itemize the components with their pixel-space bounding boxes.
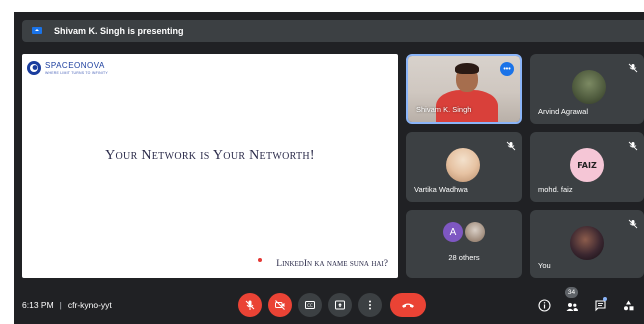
new-message-dot bbox=[603, 297, 607, 301]
mic-off-icon bbox=[628, 138, 638, 151]
tile-you[interactable]: You bbox=[530, 210, 644, 278]
laser-pointer-dot bbox=[258, 258, 262, 262]
avatar bbox=[572, 70, 606, 104]
present-screen-icon bbox=[30, 24, 44, 38]
hang-up-icon bbox=[402, 303, 414, 308]
captions-button[interactable]: CC bbox=[298, 293, 322, 317]
tile-name: Vartika Wadhwa bbox=[414, 185, 468, 194]
avatar: FAIZ bbox=[570, 148, 604, 182]
meeting-code: cfr-kyno-yyt bbox=[67, 300, 112, 310]
presentation-stage[interactable]: SPACEONOVA WHERE LIMIT TURNS TO INFINITY… bbox=[22, 54, 398, 278]
tile-name: Shivam K. Singh bbox=[416, 105, 472, 114]
tile-presenter[interactable]: ••• Shivam K. Singh bbox=[406, 54, 522, 124]
svg-text:CC: CC bbox=[307, 303, 313, 308]
meeting-info: 6:13 PM | cfr-kyno-yyt bbox=[22, 300, 112, 310]
spaceonova-logo-mark bbox=[27, 61, 41, 75]
more-options-icon[interactable]: ••• bbox=[500, 62, 514, 76]
info-icon bbox=[537, 298, 551, 312]
mic-toggle-button[interactable] bbox=[238, 293, 262, 317]
brand-name: SPACEONOVA bbox=[45, 61, 105, 70]
tile-name: mohd. faiz bbox=[538, 185, 573, 194]
slide-footline: LinkedIn ka name suna hai? bbox=[276, 259, 388, 269]
present-now-button[interactable] bbox=[328, 293, 352, 317]
screenshot-frame: Shivam K. Singh is presenting SPACEONOVA… bbox=[0, 0, 644, 324]
presenter-hair bbox=[455, 63, 479, 74]
tile-faiz[interactable]: FAIZ mohd. faiz bbox=[530, 132, 644, 202]
mic-off-icon bbox=[506, 138, 516, 151]
meet-window: Shivam K. Singh is presenting SPACEONOVA… bbox=[14, 12, 644, 324]
others-label: 28 others bbox=[448, 253, 480, 262]
info-separator: | bbox=[59, 300, 62, 310]
meeting-details-button[interactable] bbox=[532, 293, 556, 317]
activities-button[interactable] bbox=[616, 293, 640, 317]
activities-icon bbox=[623, 300, 633, 310]
tile-arvind[interactable]: Arvind Agrawal bbox=[530, 54, 644, 124]
avatar bbox=[570, 226, 604, 260]
bottom-control-bar: 6:13 PM | cfr-kyno-yyt CC 34 bbox=[14, 287, 644, 324]
chat-button[interactable] bbox=[588, 293, 612, 317]
tile-vartika[interactable]: Vartika Wadhwa bbox=[406, 132, 522, 202]
more-options-button[interactable] bbox=[358, 293, 382, 317]
mic-off-icon bbox=[628, 216, 638, 229]
people-icon bbox=[566, 302, 578, 311]
leave-call-button[interactable] bbox=[390, 293, 426, 317]
clock-time: 6:13 PM bbox=[22, 300, 54, 310]
tile-others[interactable]: A 28 others bbox=[406, 210, 522, 278]
tile-name: Arvind Agrawal bbox=[538, 107, 589, 116]
mic-off-icon bbox=[245, 300, 255, 310]
participant-count-badge: 34 bbox=[565, 287, 578, 298]
presenting-text: Shivam K. Singh is presenting bbox=[54, 26, 184, 36]
people-button[interactable]: 34 bbox=[560, 287, 584, 317]
mic-off-icon bbox=[628, 60, 638, 73]
avatar bbox=[446, 148, 480, 182]
others-initial: A bbox=[443, 222, 463, 242]
presenting-banner: Shivam K. Singh is presenting bbox=[22, 20, 644, 42]
closed-captions-icon: CC bbox=[305, 301, 315, 309]
spaceonova-logo: SPACEONOVA WHERE LIMIT TURNS TO INFINITY bbox=[26, 60, 108, 76]
more-vert-icon bbox=[369, 300, 371, 310]
camera-off-icon bbox=[275, 300, 285, 310]
slide-headline: Your Network is Your Networth! bbox=[105, 148, 315, 163]
avatar-text: FAIZ bbox=[577, 160, 597, 170]
others-avatar bbox=[465, 222, 485, 242]
others-avatars: A bbox=[406, 222, 522, 242]
brand-tagline: WHERE LIMIT TURNS TO INFINITY bbox=[45, 71, 108, 75]
tile-name: You bbox=[538, 261, 551, 270]
present-screen-icon bbox=[335, 300, 345, 310]
meeting-tools: 34 bbox=[528, 287, 640, 317]
camera-toggle-button[interactable] bbox=[268, 293, 292, 317]
call-controls: CC bbox=[238, 293, 432, 317]
